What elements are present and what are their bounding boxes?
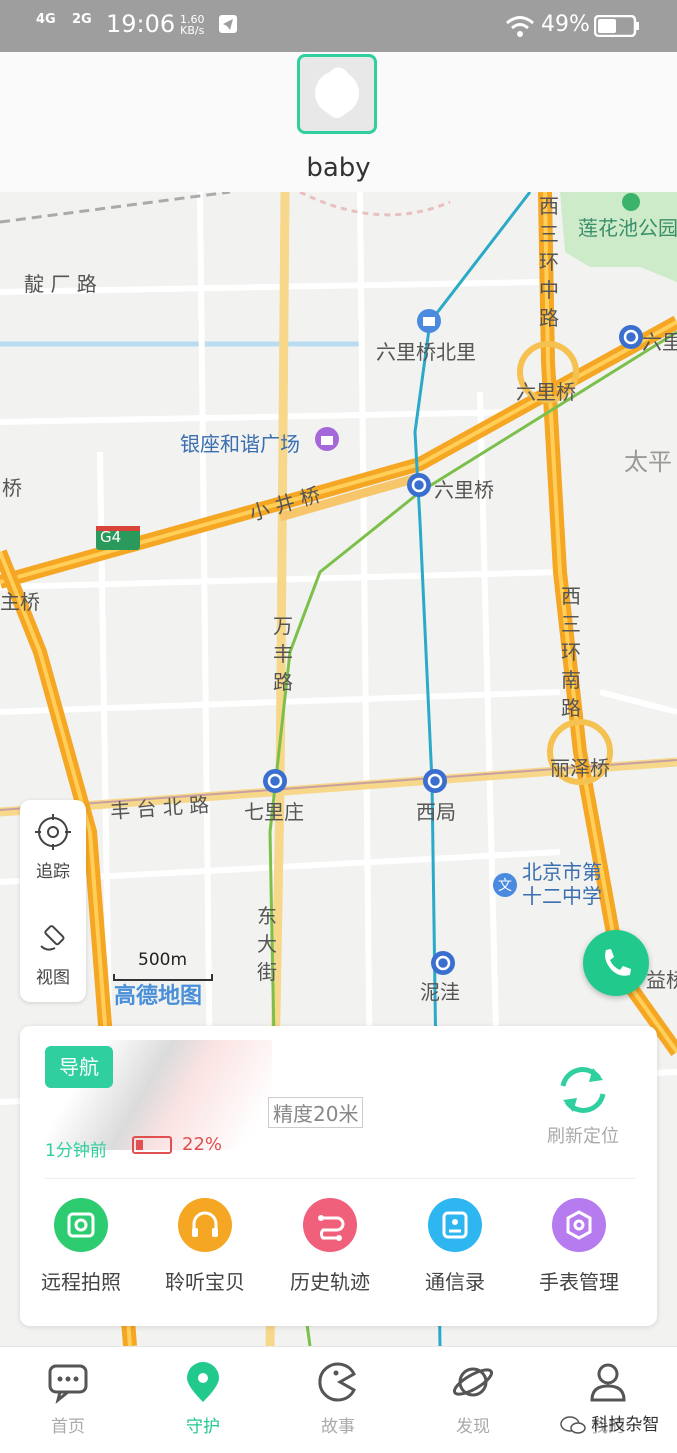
story-icon: [318, 1362, 356, 1402]
contacts-icon: [428, 1198, 482, 1252]
history-track-label: 历史轨迹: [290, 1270, 370, 1294]
map-label-poi: 六里桥北里: [376, 340, 476, 364]
map-scale-label: 500m: [138, 950, 188, 970]
contacts-button[interactable]: 通信录: [395, 1198, 515, 1295]
map-label-road: 东大街: [257, 904, 277, 984]
user-icon: [590, 1363, 626, 1402]
refresh-location-label: 刷新定位: [547, 1126, 619, 1147]
camera-icon: [54, 1198, 108, 1252]
watch-management-button[interactable]: 手表管理: [519, 1198, 639, 1295]
map-label-bridge: 主桥: [0, 590, 40, 614]
svg-text:文: 文: [498, 878, 512, 894]
battery-percent: 49%: [541, 12, 590, 37]
map-tools-panel: 追踪 视图: [20, 800, 86, 1002]
satellite-icon: [40, 925, 65, 951]
watermark: 科技杂智: [560, 1410, 659, 1435]
shopping-icon: [315, 427, 339, 451]
location-pin-icon: [187, 1362, 219, 1402]
remote-photo-button[interactable]: 远程拍照: [21, 1198, 141, 1295]
location-time: 1分钟前: [45, 1141, 107, 1161]
view-button[interactable]: 视图: [20, 918, 86, 988]
map-label-road: 西三环中路: [539, 194, 559, 330]
map-label-station: 六里桥: [434, 478, 494, 502]
remote-photo-label: 远程拍照: [41, 1270, 121, 1294]
nav-story-label: 故事: [321, 1417, 355, 1437]
crosshair-icon: [35, 814, 71, 850]
view-label: 视图: [36, 968, 70, 988]
map-label-poi: 银座和谐广场: [180, 432, 300, 456]
nav-guard[interactable]: 守护: [153, 1360, 253, 1437]
map-label-station: 六里: [642, 330, 677, 354]
station-icon: [263, 769, 287, 793]
nav-story[interactable]: 故事: [288, 1360, 388, 1437]
chat-icon: [48, 1364, 88, 1404]
station-icon: [407, 473, 431, 497]
map-label-bridge: 桥: [2, 476, 22, 500]
nav-discover-label: 发现: [456, 1417, 490, 1437]
headphones-icon: [178, 1198, 232, 1252]
map-label-bridge: 丽泽桥: [550, 756, 610, 780]
cell-signal-2g: 2G: [72, 12, 92, 27]
map-label-road: 靛 厂 路: [24, 272, 97, 296]
map-label-bridge: 益桥: [646, 968, 677, 992]
highway-shield: G4: [100, 528, 122, 546]
listen-label: 聆听宝贝: [165, 1270, 245, 1294]
school-icon: 文: [493, 873, 517, 897]
map-label-school: 北京市第十二中学: [522, 860, 602, 908]
clock: 19:06: [106, 10, 176, 38]
child-avatar[interactable]: [297, 54, 377, 134]
map-label-station: 西局: [416, 800, 456, 824]
navigate-button[interactable]: 导航: [45, 1046, 113, 1088]
map-label-station: 泥洼: [420, 980, 460, 1004]
nav-guard-label: 守护: [186, 1417, 220, 1437]
track-label: 追踪: [36, 862, 70, 882]
nav-home[interactable]: 首页: [18, 1360, 118, 1437]
watch-battery-level: [136, 1140, 143, 1150]
planet-icon: [452, 1367, 494, 1397]
telegram-icon: [219, 15, 237, 33]
call-button[interactable]: [583, 930, 649, 996]
track-button[interactable]: 追踪: [20, 812, 86, 882]
park-icon: [622, 193, 640, 211]
station-icon: [431, 951, 455, 975]
nav-discover[interactable]: 发现: [423, 1360, 523, 1437]
contacts-label: 通信录: [425, 1270, 485, 1294]
watermark-text: 科技杂智: [591, 1415, 660, 1435]
wechat-icon: [560, 1416, 586, 1434]
watch-management-label: 手表管理: [539, 1270, 619, 1294]
map-label-bridge: 六里桥: [516, 380, 576, 404]
station-icon: [619, 325, 643, 349]
nav-home-label: 首页: [51, 1417, 85, 1437]
phone-icon: [605, 949, 631, 976]
map-label-station: 七里庄: [244, 800, 304, 824]
map-label-road: 万丰路: [273, 614, 293, 694]
avatar-icon: [315, 67, 359, 118]
listen-button[interactable]: 聆听宝贝: [145, 1198, 265, 1295]
residential-icon: [417, 309, 441, 333]
watch-battery-icon: [132, 1136, 172, 1154]
status-bar: 4G 2G 19:06 1.60 KB/s 49%: [0, 0, 677, 52]
network-speed: 1.60 KB/s: [180, 14, 205, 36]
battery-icon: [594, 15, 639, 37]
refresh-location-button[interactable]: [540, 1062, 626, 1122]
history-track-button[interactable]: 历史轨迹: [270, 1198, 390, 1295]
network-speed-unit: KB/s: [180, 24, 205, 37]
cell-signal-4g: 4G: [36, 12, 56, 27]
child-name: baby: [306, 153, 371, 183]
watch-settings-icon: [552, 1198, 606, 1252]
watch-battery-percent: 22%: [182, 1134, 223, 1155]
accuracy-badge: 精度20米: [268, 1097, 364, 1128]
wifi-icon: [506, 16, 534, 37]
station-icon: [423, 769, 447, 793]
map-label-road: 西三环南路: [561, 584, 581, 720]
refresh-icon: [560, 1067, 606, 1113]
amap-logo: 高德地图: [114, 984, 203, 1009]
map-label-area: 太平: [624, 448, 672, 476]
card-divider: [45, 1178, 635, 1179]
route-icon: [303, 1198, 357, 1252]
map-label-park: 莲花池公园: [578, 216, 677, 240]
